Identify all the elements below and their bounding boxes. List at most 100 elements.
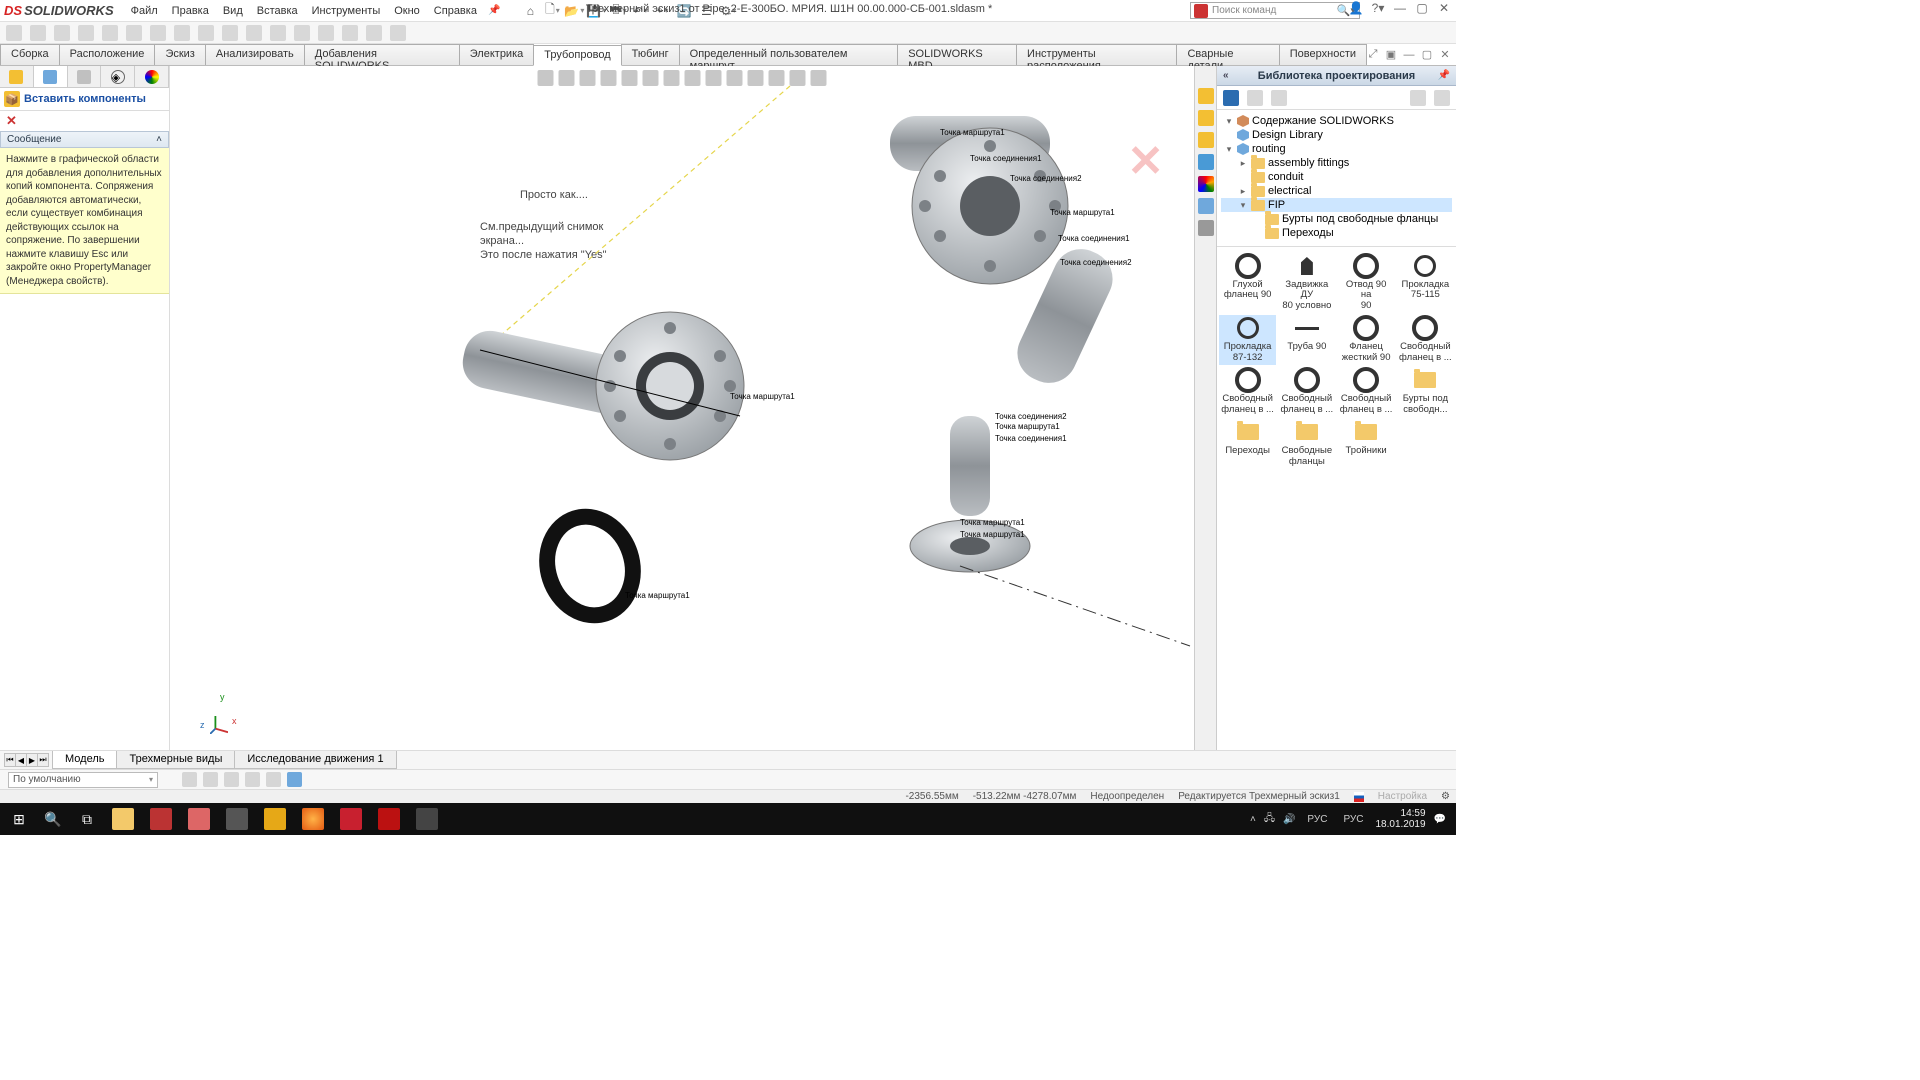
tab-analyze[interactable]: Анализировать [205,44,305,65]
library-part[interactable]: Свободныйфланец в ... [1219,367,1276,417]
tool-icon[interactable] [174,25,190,41]
display-state-combo[interactable]: По умолчанию [8,772,158,788]
taskpane-customprops-icon[interactable] [1198,198,1214,214]
library-part[interactable]: Переходы [1219,419,1276,469]
tray-volume-icon[interactable]: 🔊 [1283,814,1295,825]
fm-tab-propertymanager[interactable] [34,66,68,87]
close-icon[interactable]: ✕ [1436,0,1452,16]
tool-icon[interactable] [246,25,262,41]
taskpane-designlibrary-icon[interactable] [1198,110,1214,126]
collapse-icon[interactable]: « [1223,70,1229,81]
tab-electrical[interactable]: Электрика [459,44,535,65]
library-part[interactable]: Прокладка87-132 [1219,315,1276,365]
menu-view[interactable]: Вид [216,5,250,17]
tab-weldments[interactable]: Сварные детали [1176,44,1279,65]
motion-icon[interactable] [224,772,239,787]
pin-menu-icon[interactable]: 📌 [488,5,500,16]
library-part[interactable]: Отвод 90 на90 [1338,253,1395,313]
calculator-icon[interactable] [218,804,256,834]
tray-clock[interactable]: 14:59 18.01.2019 [1375,808,1425,830]
tool-icon[interactable] [30,25,46,41]
help-icon[interactable]: ?▾ [1370,0,1386,16]
library-title-bar[interactable]: « Библиотека проектирования 📌 [1217,66,1456,86]
tool-icon[interactable] [102,25,118,41]
status-flag-icon[interactable] [1354,792,1364,802]
open-icon[interactable]: 📂 [564,2,584,20]
tray-chevron-icon[interactable]: ˄ [1250,814,1256,825]
tree-item[interactable]: ▾ FIP [1221,198,1452,212]
library-tree[interactable]: ▾ Содержание SOLIDWORKS Design Library▾ … [1217,110,1456,247]
command-search[interactable]: Поиск команд 🔍▾ [1190,2,1360,19]
menu-window[interactable]: Окно [387,5,427,17]
tab-piping[interactable]: Трубопровод [533,45,621,66]
minimize-icon[interactable]: — [1392,0,1408,16]
orientation-triad[interactable]: y x z [210,716,228,736]
tree-item[interactable]: ▸ electrical [1221,184,1452,198]
mdi-restore-icon[interactable]: ▢ [1420,48,1434,62]
add-location-icon[interactable] [1271,90,1287,106]
tile-icon[interactable]: ▣ [1384,48,1398,62]
tool-icon[interactable] [126,25,142,41]
library-part[interactable]: Свободныйфланец в ... [1338,367,1395,417]
tab-sketch[interactable]: Эскиз [154,44,205,65]
tab-nav-last-icon[interactable]: ⏭ [37,753,49,767]
motion-icon[interactable] [287,772,302,787]
tool-icon[interactable] [150,25,166,41]
app-icon[interactable] [180,804,218,834]
library-part[interactable]: Свободныефланцы [1278,419,1335,469]
start-button[interactable]: ⊞ [2,804,36,834]
tool-icon[interactable] [270,25,286,41]
acrobat-icon[interactable] [370,804,408,834]
app-icon[interactable] [142,804,180,834]
tool-icon[interactable] [222,25,238,41]
back-icon[interactable] [1223,90,1239,106]
tab-motion1[interactable]: Исследование движения 1 [234,751,396,769]
status-custom[interactable]: Настройка [1378,791,1427,802]
taskpane-appearances-icon[interactable] [1198,176,1214,192]
pin-icon[interactable]: 📌 [1438,70,1450,81]
library-part[interactable]: Бурты подсвободн... [1397,367,1454,417]
mdi-minimize-icon[interactable]: — [1402,48,1416,62]
pm-cancel-button[interactable]: ✕ [0,111,169,131]
library-part[interactable]: Тройники [1338,419,1395,469]
tree-item[interactable]: Design Library [1221,128,1452,142]
tab-addins[interactable]: Добавления SOLIDWORKS [304,44,460,65]
tray-lang2[interactable]: РУС [1339,814,1367,825]
tab-layouttools[interactable]: Инструменты расположения [1016,44,1177,65]
menu-insert[interactable]: Вставка [250,5,305,17]
tool-icon[interactable] [390,25,406,41]
tab-model[interactable]: Модель [52,751,117,769]
refresh-icon[interactable] [1434,90,1450,106]
menu-tools[interactable]: Инструменты [305,5,388,17]
taskbar-search-icon[interactable]: 🔍 [36,804,70,834]
status-options-icon[interactable]: ⚙ [1441,791,1450,802]
tab-mbd[interactable]: SOLIDWORKS MBD [897,44,1017,65]
tab-userroute[interactable]: Определенный пользователем маршрут [679,44,899,65]
calc-icon[interactable] [408,804,446,834]
tab-surfaces[interactable]: Поверхности [1279,44,1367,65]
library-part[interactable]: Задвижка ДУ80 условно [1278,253,1335,313]
fwd-icon[interactable] [1247,90,1263,106]
app-icon[interactable] [256,804,294,834]
user-icon[interactable]: 👤 [1348,0,1364,16]
pm-section-message[interactable]: Сообщение ˄ [0,131,169,148]
new-folder-icon[interactable] [1410,90,1426,106]
library-parts-grid[interactable]: Глухойфланец 90Задвижка ДУ80 условноОтво… [1217,247,1456,750]
tree-item[interactable]: ▸ assembly fittings [1221,156,1452,170]
taskpane-resources-icon[interactable] [1198,88,1214,104]
tool-icon[interactable] [318,25,334,41]
tab-tubing[interactable]: Тюбинг [621,44,680,65]
tool-icon[interactable] [78,25,94,41]
mdi-close-icon[interactable]: ✕ [1438,48,1452,62]
maximize-icon[interactable]: ▢ [1414,0,1430,16]
taskpane-fileexplorer-icon[interactable] [1198,132,1214,148]
solidworks-icon[interactable] [332,804,370,834]
library-part[interactable]: Свободныйфланец в ... [1278,367,1335,417]
fm-tab-config[interactable] [68,66,102,87]
motion-icon[interactable] [266,772,281,787]
new-icon[interactable]: 🗋 [542,2,562,20]
tool-icon[interactable] [6,25,22,41]
tab-3dviews[interactable]: Трехмерные виды [116,751,235,769]
tab-assembly[interactable]: Сборка [0,44,60,65]
home-icon[interactable]: ⌂ [520,2,540,20]
